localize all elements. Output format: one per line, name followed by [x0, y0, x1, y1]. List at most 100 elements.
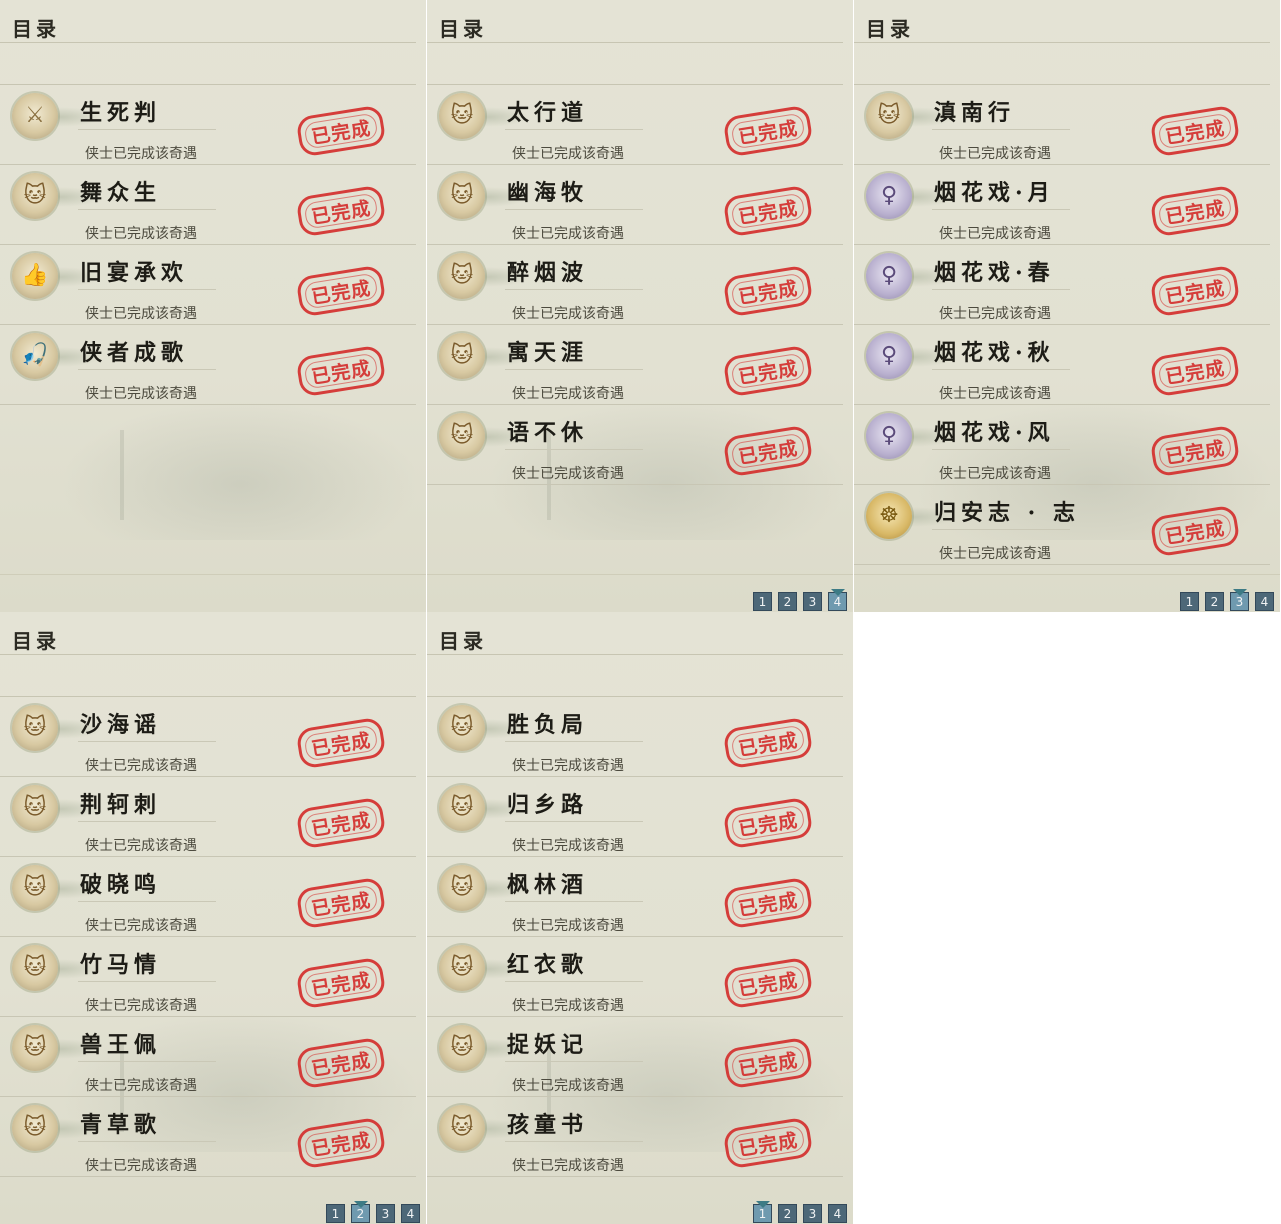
- name-underline: [505, 821, 643, 822]
- cat-icon: 🐱: [12, 1025, 58, 1071]
- encounter-entry[interactable]: 🐱 捉妖记 侠士已完成该奇遇 已完成: [427, 1017, 843, 1097]
- pagination: 1234: [753, 589, 847, 611]
- encounter-status: 侠士已完成该奇遇: [512, 1078, 624, 1094]
- encounter-list: ⚔ 生死判 侠士已完成该奇遇 已完成 🐱 舞众生 侠士已完成该奇遇 已完成 👍 旧宴承欢 侠士已完成…: [0, 85, 416, 405]
- encounter-status: 侠士已完成该奇遇: [939, 226, 1051, 242]
- encounter-entry[interactable]: ♀ 烟花戏·月 侠士已完成该奇遇 已完成: [854, 165, 1270, 245]
- title-divider: [427, 42, 843, 43]
- cat-icon: 🐱: [439, 253, 485, 299]
- name-underline: [78, 901, 216, 902]
- completed-seal: 已完成: [1149, 264, 1241, 318]
- page-button-1[interactable]: 1: [753, 1201, 772, 1223]
- page-button-2[interactable]: 2: [778, 592, 797, 611]
- encounter-entry[interactable]: 🐱 滇南行 侠士已完成该奇遇 已完成: [854, 85, 1270, 165]
- title-divider: [0, 42, 416, 43]
- encounter-entry[interactable]: 🐱 太行道 侠士已完成该奇遇 已完成: [427, 85, 843, 165]
- completed-seal: 已完成: [722, 716, 814, 770]
- page-button-4[interactable]: 4: [828, 1204, 847, 1223]
- page-button-2[interactable]: 2: [1205, 592, 1224, 611]
- encounter-name: 荆轲刺: [80, 792, 162, 818]
- footer-divider: [0, 574, 426, 575]
- encounter-name: 兽王佩: [80, 1032, 162, 1058]
- encounter-name: 枫林酒: [507, 872, 589, 898]
- encounter-entry[interactable]: 🐱 兽王佩 侠士已完成该奇遇 已完成: [0, 1017, 416, 1097]
- background-mist: [60, 400, 420, 540]
- catalog-panel-2: 目录 🐱 太行道 侠士已完成该奇遇 已完成 🐱 幽海牧 侠士已完成该奇遇 已完成 🐱 醉烟波 侠士已…: [427, 0, 853, 612]
- encounter-name: 旧宴承欢: [80, 260, 189, 286]
- encounter-entry[interactable]: 👍 旧宴承欢 侠士已完成该奇遇 已完成: [0, 245, 416, 325]
- title-divider: [854, 42, 1270, 43]
- cat-icon: 🐱: [439, 413, 485, 459]
- encounter-status: 侠士已完成该奇遇: [85, 306, 197, 322]
- cat-icon: 🐱: [12, 945, 58, 991]
- panel-title: 目录: [12, 629, 60, 653]
- completed-seal: 已完成: [295, 1116, 387, 1170]
- page-button-3[interactable]: 3: [803, 1204, 822, 1223]
- encounter-status: 侠士已完成该奇遇: [939, 386, 1051, 402]
- cat-icon-glyph: 🐱: [23, 715, 47, 740]
- encounter-entry[interactable]: 🐱 醉烟波 侠士已完成该奇遇 已完成: [427, 245, 843, 325]
- encounter-name: 烟花戏·月: [934, 180, 1055, 206]
- name-underline: [505, 209, 643, 210]
- encounter-entry[interactable]: 🐱 胜负局 侠士已完成该奇遇 已完成: [427, 697, 843, 777]
- encounter-list: 🐱 太行道 侠士已完成该奇遇 已完成 🐱 幽海牧 侠士已完成该奇遇 已完成 🐱 醉烟波 侠士已完成该…: [427, 85, 843, 485]
- completed-seal: 已完成: [722, 104, 814, 158]
- name-underline: [78, 369, 216, 370]
- cat-icon-glyph: 🐱: [23, 875, 47, 900]
- name-underline: [505, 129, 643, 130]
- encounter-entry[interactable]: 🐱 寓天涯 侠士已完成该奇遇 已完成: [427, 325, 843, 405]
- completed-seal: 已完成: [722, 956, 814, 1010]
- page-button-2[interactable]: 2: [778, 1204, 797, 1223]
- cat-icon-glyph: 🐱: [23, 183, 47, 208]
- lady-icon: ♀: [866, 333, 912, 379]
- name-underline: [78, 1141, 216, 1142]
- cat-icon-glyph: 🐱: [23, 1115, 47, 1140]
- encounter-entry[interactable]: 🐱 舞众生 侠士已完成该奇遇 已完成: [0, 165, 416, 245]
- encounter-entry[interactable]: 🐱 破晓鸣 侠士已完成该奇遇 已完成: [0, 857, 416, 937]
- encounter-entry[interactable]: 🐱 枫林酒 侠士已完成该奇遇 已完成: [427, 857, 843, 937]
- encounter-entry[interactable]: 🐱 红衣歌 侠士已完成该奇遇 已完成: [427, 937, 843, 1017]
- page-button-1[interactable]: 1: [326, 1204, 345, 1223]
- encounter-entry[interactable]: ☸ 归安志 · 志侠士已完成该奇遇 已完成: [854, 485, 1270, 565]
- page-button-1[interactable]: 1: [753, 592, 772, 611]
- lady-icon-glyph: ♀: [880, 263, 898, 288]
- page-button-1[interactable]: 1: [1180, 592, 1199, 611]
- encounter-entry[interactable]: 🐱 孩童书 侠士已完成该奇遇 已完成: [427, 1097, 843, 1177]
- encounter-entry[interactable]: ♀ 烟花戏·秋 侠士已完成该奇遇 已完成: [854, 325, 1270, 405]
- page-button-4[interactable]: 4: [1255, 592, 1274, 611]
- encounter-name: 烟花戏·秋: [934, 340, 1055, 366]
- name-underline: [505, 1141, 643, 1142]
- page-button-3[interactable]: 3: [1230, 589, 1249, 611]
- page-button-4[interactable]: 4: [401, 1204, 420, 1223]
- encounter-entry[interactable]: 🎣 侠者成歌侠士已完成该奇遇 已完成: [0, 325, 416, 405]
- encounter-entry[interactable]: 🐱 归乡路 侠士已完成该奇遇 已完成: [427, 777, 843, 857]
- name-underline: [932, 289, 1070, 290]
- name-underline: [505, 901, 643, 902]
- encounter-status: 侠士已完成该奇遇: [85, 386, 197, 402]
- name-underline: [932, 529, 1070, 530]
- encounter-entry[interactable]: ⚔ 生死判 侠士已完成该奇遇 已完成: [0, 85, 416, 165]
- encounter-entry[interactable]: 🐱 荆轲刺 侠士已完成该奇遇 已完成: [0, 777, 416, 857]
- page-button-2[interactable]: 2: [351, 1201, 370, 1223]
- completed-seal: 已完成: [295, 344, 387, 398]
- encounter-status: 侠士已完成该奇遇: [939, 466, 1051, 482]
- panel-title: 目录: [866, 17, 914, 41]
- cat-icon: 🐱: [439, 1105, 485, 1151]
- page-button-3[interactable]: 3: [376, 1204, 395, 1223]
- page-button-4[interactable]: 4: [828, 589, 847, 611]
- encounter-entry[interactable]: ♀ 烟花戏·春 侠士已完成该奇遇 已完成: [854, 245, 1270, 325]
- encounter-status: 侠士已完成该奇遇: [512, 466, 624, 482]
- encounter-entry[interactable]: 🐱 青草歌 侠士已完成该奇遇 已完成: [0, 1097, 416, 1177]
- encounter-entry[interactable]: 🐱 竹马情 侠士已完成该奇遇 已完成: [0, 937, 416, 1017]
- encounter-entry[interactable]: ♀ 烟花戏·风 侠士已完成该奇遇 已完成: [854, 405, 1270, 485]
- fishing-icon-glyph: 🎣: [21, 343, 49, 368]
- page-button-3[interactable]: 3: [803, 592, 822, 611]
- completed-seal: 已完成: [295, 956, 387, 1010]
- encounter-name: 侠者成歌: [80, 340, 189, 366]
- encounter-entry[interactable]: 🐱 语不休 侠士已完成该奇遇 已完成: [427, 405, 843, 485]
- completed-seal: 已完成: [295, 184, 387, 238]
- encounter-entry[interactable]: 🐱 沙海谣 侠士已完成该奇遇 已完成: [0, 697, 416, 777]
- footer-divider: [854, 574, 1280, 575]
- encounter-entry[interactable]: 🐱 幽海牧 侠士已完成该奇遇 已完成: [427, 165, 843, 245]
- completed-seal: 已完成: [722, 344, 814, 398]
